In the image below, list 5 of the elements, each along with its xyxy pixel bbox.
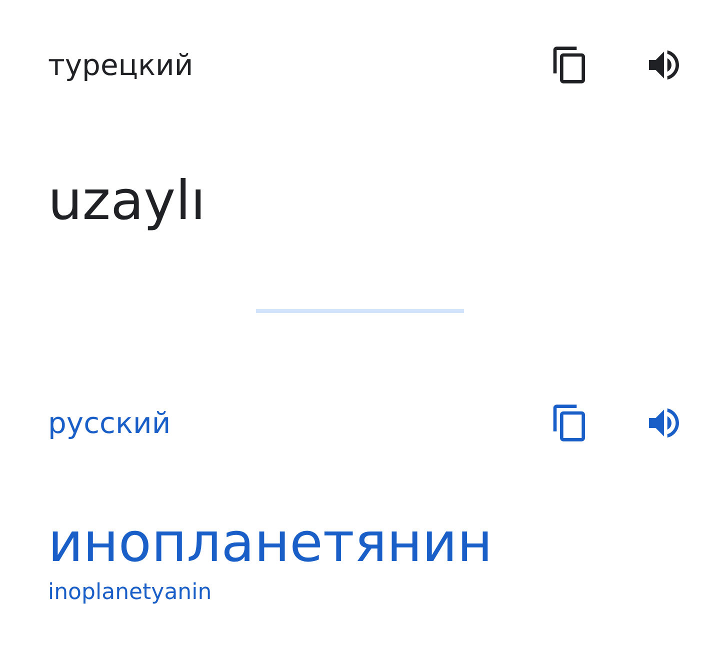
source-language-label: турецкий bbox=[48, 48, 194, 82]
source-text: uzaylı bbox=[48, 169, 207, 234]
target-language-label: русский bbox=[48, 406, 172, 440]
translated-text: инопланетянин bbox=[48, 510, 494, 576]
transliteration-text: inoplanetyanin bbox=[48, 580, 213, 605]
